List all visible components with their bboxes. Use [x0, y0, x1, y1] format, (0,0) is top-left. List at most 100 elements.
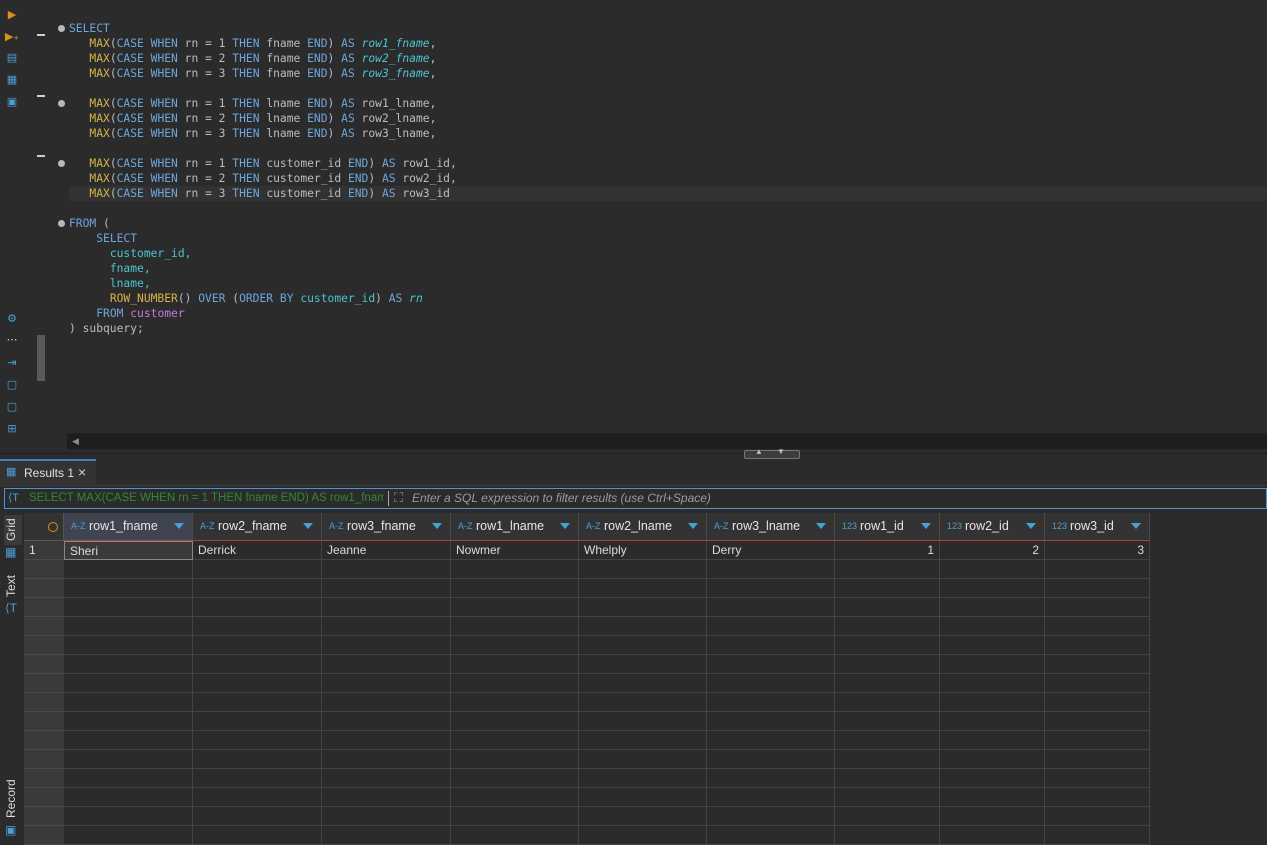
- table-cell[interactable]: Derrick: [193, 541, 322, 560]
- empty-cell[interactable]: [579, 788, 707, 807]
- empty-cell[interactable]: [835, 674, 940, 693]
- error-icon[interactable]: ▢: [4, 378, 20, 392]
- empty-cell[interactable]: [193, 636, 322, 655]
- filter-input[interactable]: Enter a SQL expression to filter results…: [412, 491, 711, 505]
- splitter-handle[interactable]: ▲ ▼: [744, 447, 800, 459]
- empty-cell[interactable]: [193, 579, 322, 598]
- empty-cell[interactable]: [579, 560, 707, 579]
- empty-cell[interactable]: [64, 807, 193, 826]
- sort-filter-icon[interactable]: [560, 523, 570, 529]
- row-number[interactable]: [24, 788, 64, 807]
- row-number[interactable]: 1: [24, 541, 64, 560]
- empty-cell[interactable]: [64, 750, 193, 769]
- empty-cell[interactable]: [579, 617, 707, 636]
- column-header-row2-lname[interactable]: A-Z row2_lname: [579, 513, 707, 541]
- empty-cell[interactable]: [579, 807, 707, 826]
- collapse-up-icon[interactable]: ▲: [755, 447, 763, 456]
- empty-cell[interactable]: [322, 674, 451, 693]
- empty-cell[interactable]: [322, 731, 451, 750]
- empty-cell[interactable]: [451, 769, 579, 788]
- sort-filter-icon[interactable]: [1131, 523, 1141, 529]
- explain-icon[interactable]: ▣: [4, 95, 20, 109]
- empty-cell[interactable]: [64, 788, 193, 807]
- empty-cell[interactable]: [64, 636, 193, 655]
- results-grid[interactable]: 1 A-Z row1_fname A-Z row2_fname A-Z row3_fnam…: [24, 513, 1267, 845]
- empty-cell[interactable]: [707, 560, 835, 579]
- scroll-left-icon[interactable]: ◀: [72, 436, 79, 447]
- empty-cell[interactable]: [451, 598, 579, 617]
- empty-cell[interactable]: [835, 750, 940, 769]
- empty-cell[interactable]: [579, 655, 707, 674]
- tab-record[interactable]: Record: [4, 777, 22, 821]
- fold-toggle[interactable]: [58, 100, 65, 107]
- tab-results-1[interactable]: ▦ Results 1 ×: [0, 459, 96, 485]
- row-number[interactable]: [24, 560, 64, 579]
- row-number[interactable]: [24, 655, 64, 674]
- empty-cell[interactable]: [835, 579, 940, 598]
- empty-cell[interactable]: [64, 674, 193, 693]
- row-number[interactable]: [24, 731, 64, 750]
- empty-cell[interactable]: [579, 750, 707, 769]
- empty-cell[interactable]: [940, 788, 1045, 807]
- empty-cell[interactable]: [940, 769, 1045, 788]
- sort-filter-icon[interactable]: [432, 523, 442, 529]
- row-number[interactable]: [24, 693, 64, 712]
- empty-cell[interactable]: [193, 769, 322, 788]
- empty-cell[interactable]: [707, 807, 835, 826]
- select-all-icon[interactable]: [48, 522, 58, 532]
- empty-cell[interactable]: [1045, 598, 1150, 617]
- empty-cell[interactable]: [835, 731, 940, 750]
- empty-cell[interactable]: [835, 655, 940, 674]
- export-icon[interactable]: ⇥: [4, 356, 20, 370]
- empty-cell[interactable]: [835, 769, 940, 788]
- empty-cell[interactable]: [707, 636, 835, 655]
- empty-cell[interactable]: [707, 693, 835, 712]
- table-cell[interactable]: Nowmer: [451, 541, 579, 560]
- table-cell[interactable]: 1: [835, 541, 940, 560]
- empty-cell[interactable]: [322, 769, 451, 788]
- filter-bar[interactable]: ⟨T SELECT MAX(CASE WHEN rn = 1 THEN fnam…: [4, 488, 1267, 509]
- empty-cell[interactable]: [64, 579, 193, 598]
- empty-cell[interactable]: [451, 560, 579, 579]
- empty-cell[interactable]: [579, 731, 707, 750]
- empty-cell[interactable]: [64, 826, 193, 845]
- empty-cell[interactable]: [451, 826, 579, 845]
- empty-cell[interactable]: [322, 807, 451, 826]
- empty-cell[interactable]: [707, 579, 835, 598]
- sort-filter-icon[interactable]: [174, 523, 184, 529]
- empty-cell[interactable]: [64, 731, 193, 750]
- empty-cell[interactable]: [1045, 636, 1150, 655]
- column-header-row2-fname[interactable]: A-Z row2_fname: [193, 513, 322, 541]
- empty-cell[interactable]: [322, 788, 451, 807]
- empty-cell[interactable]: [1045, 560, 1150, 579]
- table-cell[interactable]: 3: [1045, 541, 1150, 560]
- empty-cell[interactable]: [579, 579, 707, 598]
- table-cell[interactable]: Jeanne: [322, 541, 451, 560]
- empty-cell[interactable]: [707, 712, 835, 731]
- empty-cell[interactable]: [835, 807, 940, 826]
- empty-cell[interactable]: [835, 712, 940, 731]
- empty-cell[interactable]: [940, 807, 1045, 826]
- empty-cell[interactable]: [940, 674, 1045, 693]
- row-number[interactable]: [24, 769, 64, 788]
- empty-cell[interactable]: [1045, 731, 1150, 750]
- editor-horizontal-scrollbar[interactable]: ◀: [67, 433, 1267, 449]
- table-cell[interactable]: Derry: [707, 541, 835, 560]
- empty-cell[interactable]: [940, 598, 1045, 617]
- empty-cell[interactable]: [322, 560, 451, 579]
- empty-cell[interactable]: [1045, 807, 1150, 826]
- empty-cell[interactable]: [940, 636, 1045, 655]
- empty-cell[interactable]: [193, 655, 322, 674]
- empty-cell[interactable]: [451, 579, 579, 598]
- table-cell[interactable]: 2: [940, 541, 1045, 560]
- empty-cell[interactable]: [322, 712, 451, 731]
- empty-cell[interactable]: [579, 598, 707, 617]
- execute-icon[interactable]: ▶: [4, 8, 20, 22]
- empty-cell[interactable]: [835, 617, 940, 636]
- empty-cell[interactable]: [940, 560, 1045, 579]
- sort-filter-icon[interactable]: [816, 523, 826, 529]
- empty-cell[interactable]: [940, 617, 1045, 636]
- empty-cell[interactable]: [451, 807, 579, 826]
- sort-filter-icon[interactable]: [688, 523, 698, 529]
- column-header-row3-id[interactable]: 123 row3_id: [1045, 513, 1150, 541]
